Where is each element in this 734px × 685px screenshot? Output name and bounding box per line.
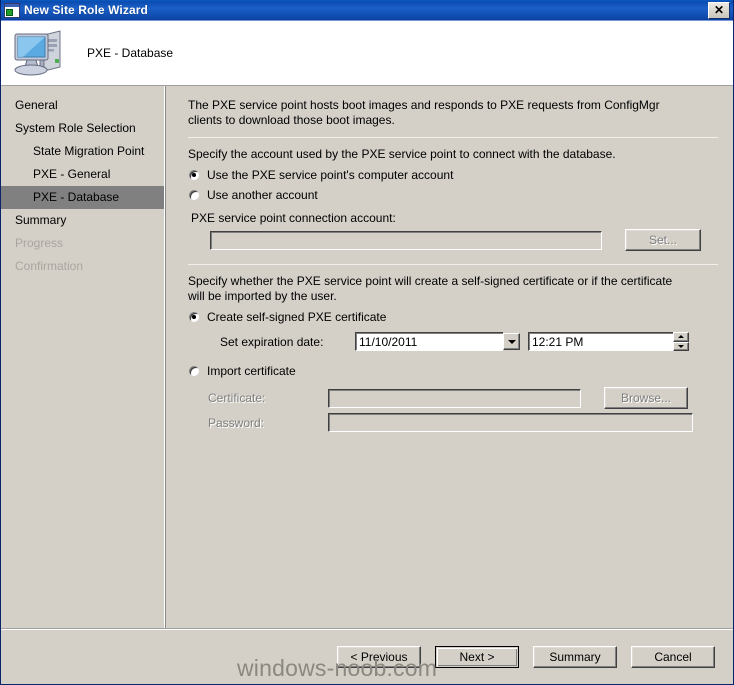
certificate-file-row: Certificate: Browse... [208,387,718,409]
connection-account-label: PXE service point connection account: [191,211,396,225]
expiration-date-input[interactable]: 11/10/2011 [355,332,503,351]
page-title: PXE - Database [87,45,174,60]
certificate-input [328,388,581,408]
sidebar-item-state-migration-point[interactable]: State Migration Point [1,140,164,163]
expiration-time-picker[interactable]: 12:21 PM [528,332,689,351]
radio-button-icon [188,189,200,201]
close-icon[interactable]: ✕ [708,1,730,19]
radio-button-icon [188,365,200,377]
computer-icon [11,26,69,80]
radio-use-computer-account[interactable]: Use the PXE service point's computer acc… [188,168,718,182]
radio-import-certificate[interactable]: Import certificate [188,364,718,378]
set-button: Set... [625,229,701,251]
radio-create-self-signed-certificate[interactable]: Create self-signed PXE certificate [188,310,718,324]
sidebar-item-system-role-selection[interactable]: System Role Selection [1,117,164,140]
sidebar-item-pxe-general[interactable]: PXE - General [1,163,164,186]
account-instruction-text: Specify the account used by the PXE serv… [188,147,616,161]
divider-1 [188,137,718,138]
radio-use-another-account[interactable]: Use another account [188,188,718,202]
wizard-content-panel: The PXE service point hosts boot images … [165,86,733,628]
radio-import-certificate-label: Import certificate [207,364,296,378]
previous-button[interactable]: < Previous [337,645,421,668]
cancel-button[interactable]: Cancel [631,645,715,668]
summary-button[interactable]: Summary [533,645,617,668]
sidebar-item-confirmation: Confirmation [15,259,84,273]
radio-button-icon [188,169,200,181]
next-button[interactable]: Next > [435,645,519,668]
password-label: Password: [208,415,265,430]
sidebar-item-progress: Progress [15,236,64,250]
chevron-down-icon[interactable] [503,333,520,350]
connection-account-input[interactable] [210,230,602,250]
certificate-password-row: Password: [208,413,718,432]
radio-create-self-signed-certificate-label: Create self-signed PXE certificate [207,310,387,324]
sidebar-item-summary[interactable]: Summary [1,209,164,232]
certificate-label: Certificate: [208,391,266,405]
radio-use-another-account-label: Use another account [207,188,318,202]
wizard-footer: < Previous Next > Summary Cancel [1,628,733,684]
intro-text: The PXE service point hosts boot images … [188,98,660,127]
password-input [328,413,693,432]
wizard-window-icon [4,2,20,18]
divider-2 [188,264,718,265]
certificate-instruction-text: Specify whether the PXE service point wi… [188,274,673,303]
radio-use-computer-account-label: Use the PXE service point's computer acc… [207,168,454,182]
radio-button-icon [188,311,200,323]
browse-button: Browse... [604,387,688,409]
wizard-steps-sidebar: General System Role Selection State Migr… [1,86,165,628]
expiration-date-row: Set expiration date: 11/10/2011 12:21 PM [220,332,718,351]
sidebar-item-general[interactable]: General [1,94,164,117]
wizard-header: PXE - Database [1,21,733,85]
spinner-up-icon[interactable] [673,332,689,342]
wizard-body: General System Role Selection State Migr… [1,85,733,628]
expiration-date-picker[interactable]: 11/10/2011 [355,332,520,351]
connection-account-row: Set... [210,229,718,251]
sidebar-item-pxe-database[interactable]: PXE - Database [1,186,164,209]
expiration-date-label: Set expiration date: [220,334,324,349]
window-title: New Site Role Wizard [24,3,148,17]
title-bar: New Site Role Wizard ✕ [1,0,733,21]
expiration-time-input[interactable]: 12:21 PM [528,332,673,351]
wizard-window: New Site Role Wizard ✕ PXE - Database Ge… [0,0,734,685]
spinner-down-icon[interactable] [673,341,689,351]
time-spinner[interactable] [673,332,689,351]
